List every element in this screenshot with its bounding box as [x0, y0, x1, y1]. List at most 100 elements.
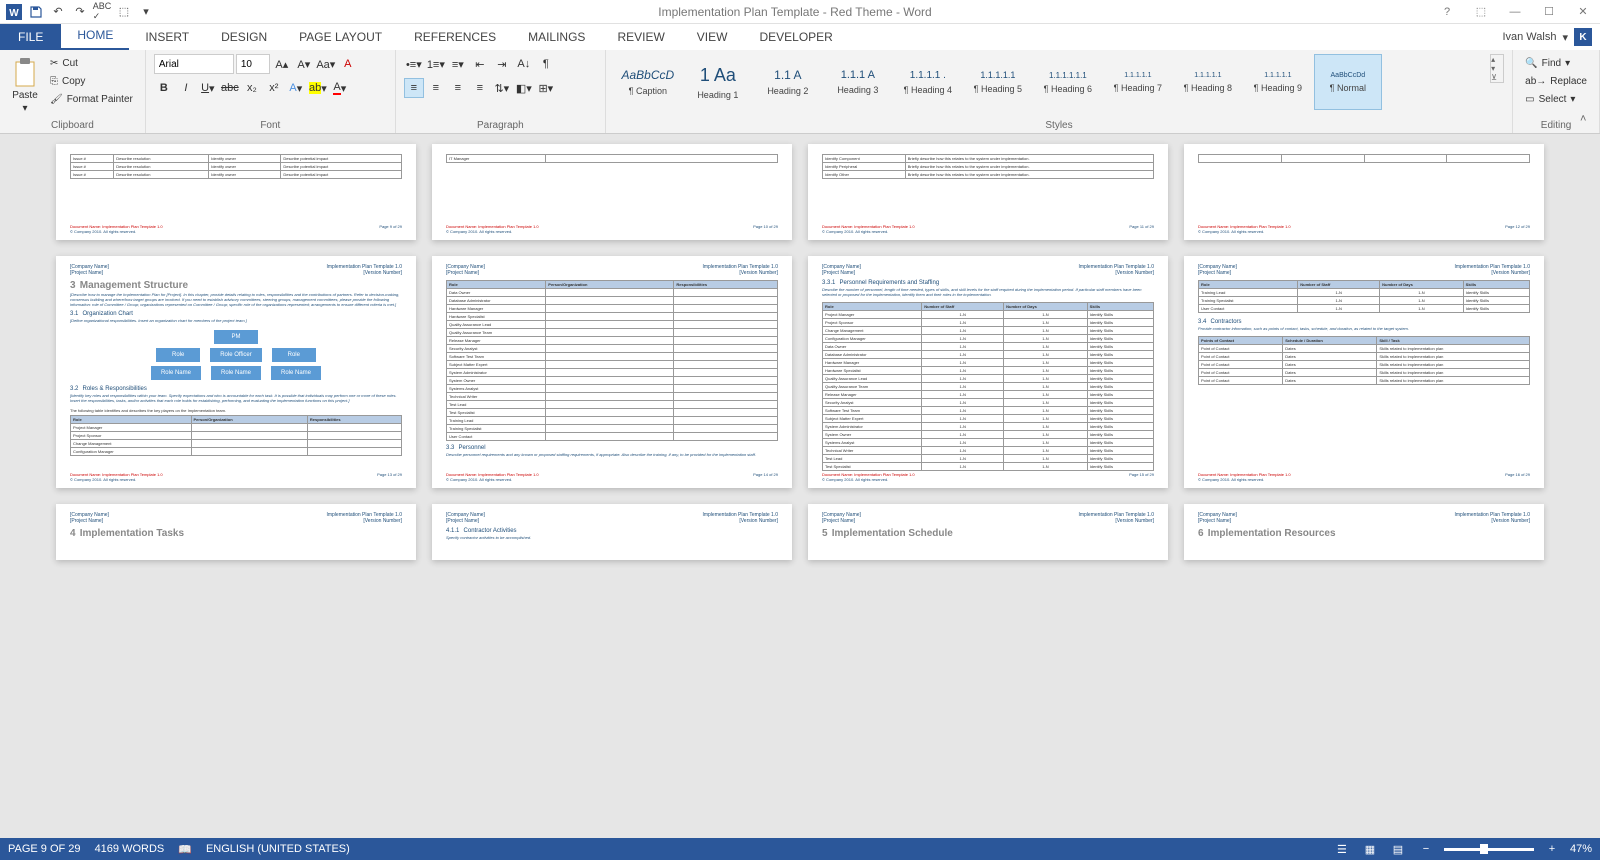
font-size-input[interactable] — [236, 54, 270, 74]
tab-references[interactable]: REFERENCES — [398, 24, 512, 50]
file-tab[interactable]: FILE — [0, 24, 61, 50]
undo-button[interactable]: ↶ — [48, 2, 68, 22]
close-button[interactable]: ✕ — [1570, 2, 1596, 22]
shrink-font-button[interactable]: A▾ — [294, 54, 314, 74]
shading-button[interactable]: ◧▾ — [514, 78, 534, 98]
multilevel-button[interactable]: ≡▾ — [448, 54, 468, 74]
select-button[interactable]: ▭ Select ▾ — [1521, 90, 1579, 108]
document-page[interactable]: [Company Name][Project Name]Implementati… — [56, 256, 416, 488]
styles-gallery[interactable]: AaBbCcD¶ Caption1 AaHeading 11.1 AHeadin… — [614, 54, 1486, 110]
tab-view[interactable]: VIEW — [681, 24, 744, 50]
document-page[interactable]: Identify ComponentBriefly describe how t… — [808, 144, 1168, 240]
style---heading-6[interactable]: 1.1.1.1.1.1¶ Heading 6 — [1034, 54, 1102, 110]
ribbon-options-button[interactable]: ⬚ — [1468, 2, 1494, 22]
user-area[interactable]: Ivan Walsh ▾ K — [1494, 24, 1600, 50]
copy-button[interactable]: ⎘ Copy — [46, 72, 137, 90]
cut-button[interactable]: ✂ Cut — [46, 54, 137, 72]
style---heading-9[interactable]: 1.1.1.1.1¶ Heading 9 — [1244, 54, 1312, 110]
style---heading-7[interactable]: 1.1.1.1.1¶ Heading 7 — [1104, 54, 1172, 110]
grow-font-button[interactable]: A▴ — [272, 54, 292, 74]
tab-home[interactable]: HOME — [61, 22, 129, 50]
zoom-out-button[interactable]: − — [1416, 841, 1436, 857]
maximize-button[interactable]: ☐ — [1536, 2, 1562, 22]
styles-scroll[interactable]: ▴▾⊻ — [1490, 54, 1504, 83]
line-spacing-button[interactable]: ⇅▾ — [492, 78, 512, 98]
sort-button[interactable]: A↓ — [514, 54, 534, 74]
tab-insert[interactable]: INSERT — [129, 24, 205, 50]
font-color-button[interactable]: A▾ — [330, 78, 350, 98]
align-center-button[interactable]: ≡ — [426, 78, 446, 98]
numbering-button[interactable]: 1≡▾ — [426, 54, 446, 74]
find-button[interactable]: 🔍 Find ▾ — [1521, 54, 1574, 72]
statusbar: PAGE 9 OF 29 4169 WORDS 📖 ENGLISH (UNITE… — [0, 838, 1600, 860]
justify-button[interactable]: ≡ — [470, 78, 490, 98]
document-page[interactable]: [Company Name][Project Name]Implementati… — [56, 504, 416, 560]
document-page[interactable]: [Company Name][Project Name]Implementati… — [432, 504, 792, 560]
style-heading-3[interactable]: 1.1.1 AHeading 3 — [824, 54, 892, 110]
highlight-button[interactable]: ab▾ — [308, 78, 328, 98]
touch-mode-button[interactable]: ⬚ — [114, 2, 134, 22]
borders-button[interactable]: ⊞▾ — [536, 78, 556, 98]
tab-developer[interactable]: DEVELOPER — [743, 24, 848, 50]
window-title: Implementation Plan Template - Red Theme… — [156, 5, 1434, 19]
tab-review[interactable]: REVIEW — [601, 24, 680, 50]
italic-button[interactable]: I — [176, 78, 196, 98]
strikethrough-button[interactable]: abc — [220, 78, 240, 98]
subscript-button[interactable]: x₂ — [242, 78, 262, 98]
read-mode-button[interactable]: ☰ — [1332, 841, 1352, 857]
language-status[interactable]: ENGLISH (UNITED STATES) — [206, 843, 350, 855]
document-page[interactable]: Issue #Describe resolutionIdentify owner… — [56, 144, 416, 240]
clear-format-button[interactable]: A — [338, 54, 358, 74]
document-workspace[interactable]: Issue #Describe resolutionIdentify owner… — [0, 134, 1600, 838]
show-marks-button[interactable]: ¶ — [536, 54, 556, 74]
text-effects-button[interactable]: A▾ — [286, 78, 306, 98]
font-name-input[interactable] — [154, 54, 234, 74]
minimize-button[interactable]: — — [1502, 2, 1528, 22]
style---heading-8[interactable]: 1.1.1.1.1¶ Heading 8 — [1174, 54, 1242, 110]
zoom-slider[interactable] — [1444, 848, 1534, 851]
styles-label: Styles — [614, 118, 1504, 131]
style---normal[interactable]: AaBbCcDd¶ Normal — [1314, 54, 1382, 110]
zoom-level[interactable]: 47% — [1570, 843, 1592, 855]
document-page[interactable]: [Company Name][Project Name]Implementati… — [808, 256, 1168, 488]
qat-customize[interactable]: ▾ — [136, 2, 156, 22]
tab-mailings[interactable]: MAILINGS — [512, 24, 601, 50]
page-status[interactable]: PAGE 9 OF 29 — [8, 843, 81, 855]
replace-button[interactable]: ab→ Replace — [1521, 72, 1591, 90]
print-layout-button[interactable]: ▦ — [1360, 841, 1380, 857]
proofing-icon[interactable]: 📖 — [178, 843, 192, 856]
save-button[interactable] — [26, 2, 46, 22]
bold-button[interactable]: B — [154, 78, 174, 98]
bullets-button[interactable]: •≡▾ — [404, 54, 424, 74]
find-label: Find — [1542, 58, 1561, 69]
document-page[interactable]: Document Name: Implementation Plan Templ… — [1184, 144, 1544, 240]
style---heading-4[interactable]: 1.1.1.1 .¶ Heading 4 — [894, 54, 962, 110]
redo-button[interactable]: ↷ — [70, 2, 90, 22]
web-layout-button[interactable]: ▤ — [1388, 841, 1408, 857]
spelling-button[interactable]: ABC✓ — [92, 2, 112, 22]
tab-design[interactable]: DESIGN — [205, 24, 283, 50]
underline-button[interactable]: U▾ — [198, 78, 218, 98]
style-heading-1[interactable]: 1 AaHeading 1 — [684, 54, 752, 110]
style---caption[interactable]: AaBbCcD¶ Caption — [614, 54, 682, 110]
decrease-indent-button[interactable]: ⇤ — [470, 54, 490, 74]
document-page[interactable]: [Company Name][Project Name]Implementati… — [432, 256, 792, 488]
align-left-button[interactable]: ≡ — [404, 78, 424, 98]
paste-button[interactable]: Paste▾ — [8, 54, 42, 118]
style---heading-5[interactable]: 1.1.1.1.1¶ Heading 5 — [964, 54, 1032, 110]
help-button[interactable]: ? — [1434, 2, 1460, 22]
tab-page-layout[interactable]: PAGE LAYOUT — [283, 24, 398, 50]
change-case-button[interactable]: Aa▾ — [316, 54, 336, 74]
format-painter-button[interactable]: 🖌 Format Painter — [46, 90, 137, 108]
word-count[interactable]: 4169 WORDS — [95, 843, 165, 855]
align-right-button[interactable]: ≡ — [448, 78, 468, 98]
document-page[interactable]: [Company Name][Project Name]Implementati… — [1184, 504, 1544, 560]
document-page[interactable]: [Company Name][Project Name]Implementati… — [1184, 256, 1544, 488]
zoom-in-button[interactable]: + — [1542, 841, 1562, 857]
style-heading-2[interactable]: 1.1 AHeading 2 — [754, 54, 822, 110]
document-page[interactable]: [Company Name][Project Name]Implementati… — [808, 504, 1168, 560]
increase-indent-button[interactable]: ⇥ — [492, 54, 512, 74]
document-page[interactable]: IT ManagerDocument Name: Implementation … — [432, 144, 792, 240]
superscript-button[interactable]: x² — [264, 78, 284, 98]
collapse-ribbon-button[interactable]: ˄ — [1580, 113, 1596, 129]
